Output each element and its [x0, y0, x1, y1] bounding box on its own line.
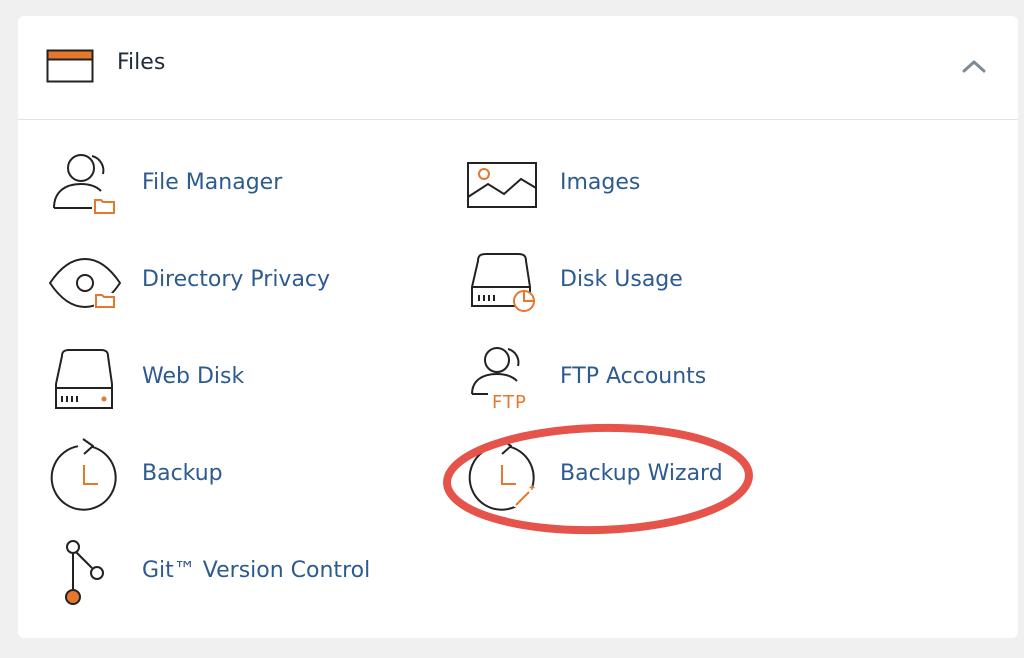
chevron-up-icon[interactable] — [961, 58, 987, 78]
files-panel-header[interactable]: Files — [18, 16, 1018, 120]
tool-backup[interactable]: Backup — [48, 437, 368, 517]
tool-directory-privacy[interactable]: Directory Privacy — [48, 243, 368, 323]
user-ftp-icon: FTP — [466, 340, 542, 420]
backup-clock-icon — [48, 437, 124, 517]
tool-label: FTP Accounts — [560, 364, 707, 389]
tool-label: Directory Privacy — [142, 267, 331, 292]
tool-label: Backup — [142, 461, 223, 486]
folder-icon — [46, 49, 94, 87]
tool-label: File Manager — [142, 170, 283, 195]
disk-pie-icon — [466, 243, 542, 323]
tool-label: Git™ Version Control — [142, 558, 371, 583]
tool-label: Backup Wizard — [560, 461, 723, 486]
tool-images[interactable]: Images — [466, 146, 766, 226]
tool-web-disk[interactable]: Web Disk — [48, 340, 368, 420]
tool-disk-usage[interactable]: Disk Usage — [466, 243, 766, 323]
section-title: Files — [117, 50, 166, 75]
tool-git-version-control[interactable]: Git™ Version Control — [48, 534, 408, 614]
tool-file-manager[interactable]: File Manager — [48, 146, 368, 226]
eye-folder-icon — [48, 243, 124, 323]
ftp-icon-text: FTP — [492, 392, 527, 413]
backup-wand-icon — [466, 437, 542, 517]
tool-backup-wizard[interactable]: Backup Wizard — [466, 437, 766, 517]
user-folder-icon — [48, 146, 124, 226]
git-branch-icon — [48, 534, 124, 614]
files-panel: Files File Manager Images Directory Priv… — [18, 16, 1018, 638]
tool-label: Images — [560, 170, 641, 195]
tool-ftp-accounts[interactable]: FTP FTP Accounts — [466, 340, 766, 420]
tool-label: Web Disk — [142, 364, 245, 389]
tool-label: Disk Usage — [560, 267, 683, 292]
drive-icon — [48, 340, 124, 420]
image-icon — [466, 146, 542, 226]
